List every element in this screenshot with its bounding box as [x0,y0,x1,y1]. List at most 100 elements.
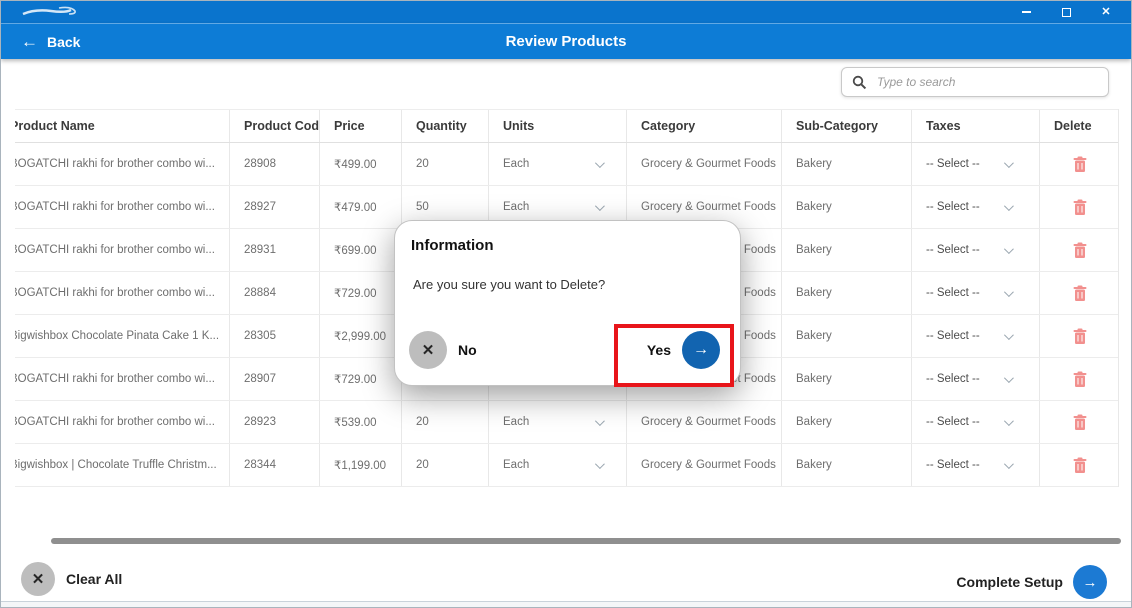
delete-row-button[interactable] [1039,186,1119,228]
dialog-message: Are you sure you want to Delete? [413,277,605,292]
title-bar: ✕ [1,1,1131,23]
yes-button[interactable]: Yes → [647,331,720,369]
search-input[interactable] [877,75,1098,89]
chevron-down-icon [1004,416,1014,426]
delete-row-button[interactable] [1039,272,1119,314]
units-dropdown[interactable]: Each [488,143,626,185]
minimize-icon[interactable] [1019,5,1033,19]
chevron-down-icon [1004,459,1014,469]
chevron-down-icon [1004,373,1014,383]
back-arrow-icon: ← [21,33,38,50]
trash-icon [1073,457,1087,474]
taxes-dropdown[interactable]: -- Select -- [911,229,1039,271]
column-header-product-name: Product Name [15,110,229,142]
close-icon[interactable]: ✕ [1099,5,1113,19]
price-cell: ₹1,199.00 [319,444,401,486]
taxes-dropdown[interactable]: -- Select -- [911,315,1039,357]
chevron-down-icon [595,201,605,211]
taxes-dropdown[interactable]: -- Select -- [911,143,1039,185]
price-cell: ₹729.00 [319,358,401,400]
column-header-units: Units [488,110,626,142]
quantity-cell[interactable]: 20 [401,143,488,185]
price-cell: ₹2,999.00 [319,315,401,357]
table-header-row: Product Name Product Code Price Quantity… [15,109,1118,143]
taxes-dropdown[interactable]: -- Select -- [911,186,1039,228]
delete-row-button[interactable] [1039,229,1119,271]
category-cell: Grocery & Gourmet Foods [626,143,781,185]
delete-row-button[interactable] [1039,358,1119,400]
yes-label: Yes [647,342,671,358]
chevron-down-icon [1004,287,1014,297]
chevron-down-icon [595,158,605,168]
product-code-cell: 28908 [229,143,319,185]
trash-icon [1073,156,1087,173]
delete-row-button[interactable] [1039,401,1119,443]
quantity-cell[interactable]: 20 [401,444,488,486]
clear-all-cross-icon: ✕ [21,562,55,596]
product-code-cell: 28923 [229,401,319,443]
sub-category-cell: Bakery [781,272,911,314]
search-icon [852,75,867,90]
information-dialog: Information Are you sure you want to Del… [394,220,741,386]
maximize-icon[interactable] [1059,5,1073,19]
product-name-cell: Bigwishbox Chocolate Pinata Cake 1 K... [15,315,229,357]
column-header-price: Price [319,110,401,142]
search-box[interactable] [841,67,1109,97]
yes-arrow-icon: → [682,331,720,369]
column-header-category: Category [626,110,781,142]
trash-icon [1073,242,1087,259]
dialog-actions: ✕ No Yes → [409,331,720,369]
clear-all-button[interactable]: ✕ Clear All [21,562,122,596]
back-label: Back [47,34,80,50]
delete-row-button[interactable] [1039,444,1119,486]
product-name-cell: BOGATCHI rakhi for brother combo wi... [15,272,229,314]
column-header-sub-category: Sub-Category [781,110,911,142]
complete-setup-button[interactable]: Complete Setup → [956,565,1107,599]
delete-row-button[interactable] [1039,143,1119,185]
trash-icon [1073,199,1087,216]
app-window: ✕ ← Back Review Products Product Name Pr… [0,0,1132,608]
chevron-down-icon [595,416,605,426]
category-cell: Grocery & Gourmet Foods [626,401,781,443]
sub-category-cell: Bakery [781,229,911,271]
sub-category-cell: Bakery [781,401,911,443]
chevron-down-icon [1004,158,1014,168]
column-header-taxes: Taxes [911,110,1039,142]
product-name-cell: BOGATCHI rakhi for brother combo wi... [15,186,229,228]
product-code-cell: 28344 [229,444,319,486]
product-code-cell: 28884 [229,272,319,314]
column-header-delete: Delete [1039,110,1119,142]
taxes-dropdown[interactable]: -- Select -- [911,401,1039,443]
delete-row-button[interactable] [1039,315,1119,357]
units-dropdown[interactable]: Each [488,444,626,486]
horizontal-scrollbar[interactable] [51,538,1121,544]
complete-setup-arrow-icon: → [1073,565,1107,599]
price-cell: ₹729.00 [319,272,401,314]
taxes-dropdown[interactable]: -- Select -- [911,444,1039,486]
complete-setup-label: Complete Setup [956,574,1063,590]
product-code-cell: 28305 [229,315,319,357]
product-name-cell: BOGATCHI rakhi for brother combo wi... [15,229,229,271]
trash-icon [1073,414,1087,431]
units-dropdown[interactable]: Each [488,401,626,443]
no-button[interactable]: ✕ No [409,331,477,369]
back-button[interactable]: ← Back [21,33,80,50]
taxes-dropdown[interactable]: -- Select -- [911,272,1039,314]
dialog-title: Information [411,237,494,254]
app-header: ← Back Review Products [1,23,1131,59]
category-cell: Grocery & Gourmet Foods [626,444,781,486]
app-logo-icon [21,5,79,19]
chevron-down-icon [595,459,605,469]
taxes-dropdown[interactable]: -- Select -- [911,358,1039,400]
quantity-cell[interactable]: 20 [401,401,488,443]
column-header-product-code: Product Code [229,110,319,142]
page-title: Review Products [1,33,1131,50]
product-code-cell: 28931 [229,229,319,271]
trash-icon [1073,371,1087,388]
product-code-cell: 28927 [229,186,319,228]
table-row: BOGATCHI rakhi for brother combo wi... 2… [15,143,1118,186]
sub-category-cell: Bakery [781,358,911,400]
product-name-cell: Bigwishbox | Chocolate Truffle Christm..… [15,444,229,486]
sub-category-cell: Bakery [781,143,911,185]
chevron-down-icon [1004,201,1014,211]
